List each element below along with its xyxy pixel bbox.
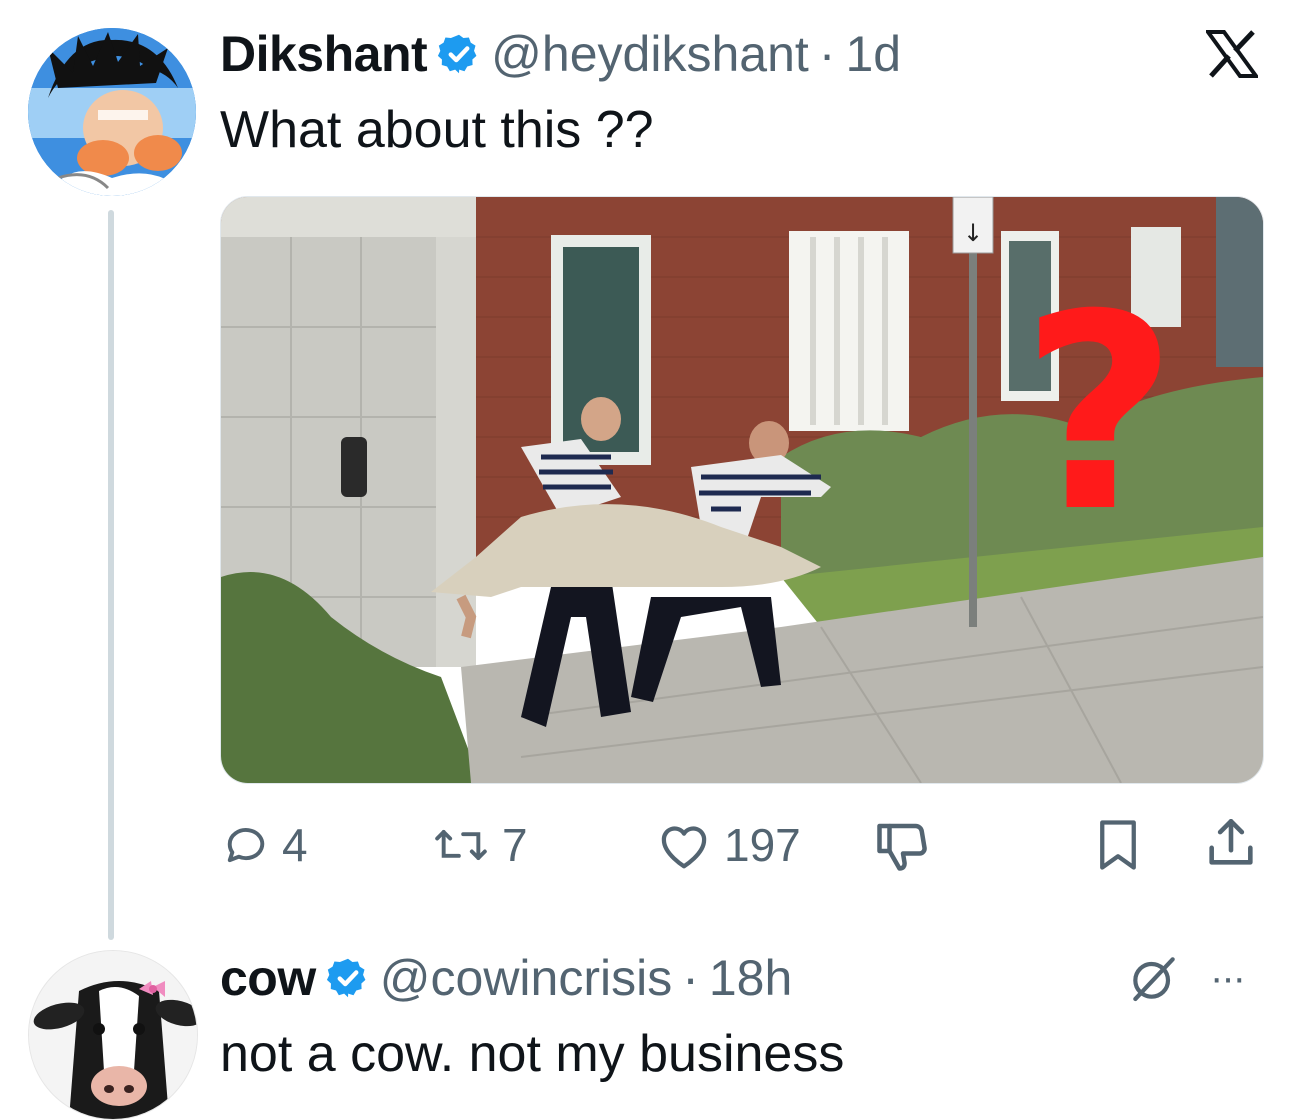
question-mark-overlay: ? (1021, 256, 1178, 571)
heart-icon (661, 826, 707, 869)
separator-dot: · (682, 950, 699, 1006)
verified-badge-icon (326, 958, 366, 998)
x-logo-icon[interactable] (1204, 30, 1260, 78)
anime-avatar-icon (28, 28, 196, 196)
retweet-button[interactable]: 7 (430, 818, 528, 872)
like-count: 197 (724, 819, 801, 871)
more-icon: ··· (1210, 956, 1246, 1000)
tweet-text: not a cow. not my business (220, 1025, 845, 1083)
retweet-icon (435, 830, 487, 860)
timestamp[interactable]: 18h (709, 949, 792, 1007)
avatar[interactable] (28, 28, 196, 196)
handle[interactable]: @cowincrisis (380, 949, 672, 1007)
share-icon (1209, 818, 1253, 865)
handle[interactable]: @heydikshant (491, 25, 809, 83)
thread-connector (108, 210, 114, 940)
sign-arrow: ↓ (963, 219, 983, 247)
tweet-media[interactable]: ↓ ? (220, 196, 1264, 784)
bookmark-icon (1100, 820, 1136, 870)
thumbs-down-icon (877, 823, 927, 871)
share-button[interactable] (1204, 814, 1258, 872)
more-options-button[interactable]: ··· (1210, 956, 1246, 1001)
display-name[interactable]: cow (220, 949, 316, 1007)
verified-badge-icon (438, 34, 477, 74)
tweet-header: cow @cowincrisis · 18h (220, 948, 792, 1008)
timestamp[interactable]: 1d (845, 25, 901, 83)
retweet-count: 7 (502, 819, 528, 871)
reply-count: 4 (282, 819, 308, 871)
avatar[interactable] (28, 950, 198, 1120)
like-button[interactable]: 197 (654, 818, 801, 872)
tweet-header: Dikshant @heydikshant · 1d (220, 24, 901, 84)
photo-icon: ↓ ? (221, 197, 1263, 783)
reply-icon (227, 828, 265, 863)
display-name[interactable]: Dikshant (220, 25, 428, 83)
reply-button[interactable]: 4 (220, 818, 308, 872)
separator-dot: · (818, 26, 836, 82)
cow-avatar-icon (29, 951, 197, 1119)
bookmark-button[interactable] (1094, 818, 1142, 872)
dislike-button[interactable] (872, 818, 932, 874)
tweet-text: What about this ?? (220, 101, 654, 159)
grok-icon[interactable] (1126, 950, 1182, 1006)
